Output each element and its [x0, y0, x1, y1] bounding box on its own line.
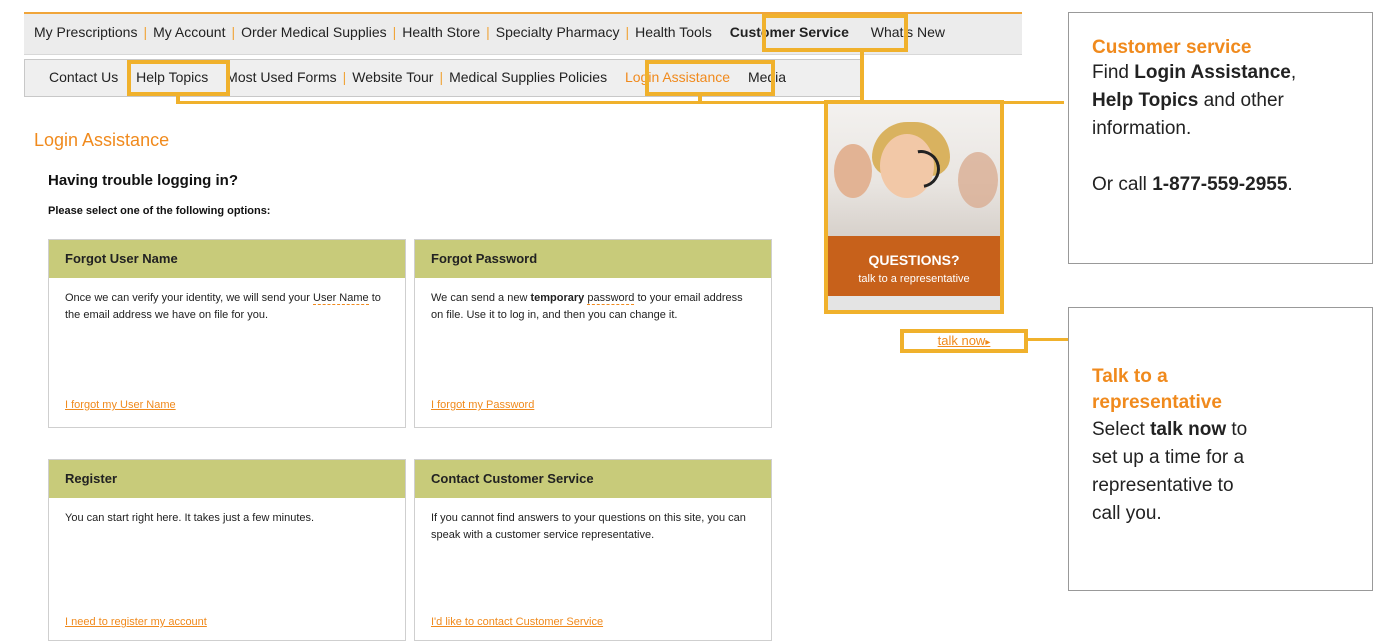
- password-term: password: [587, 292, 635, 305]
- callout-text: Select talk now to set up a time for a r…: [1092, 416, 1247, 528]
- callout-word: representative to: [1092, 475, 1234, 496]
- help-topics-highlight: [127, 60, 230, 96]
- subnav-divider: |: [439, 69, 444, 85]
- callout-word: to: [1231, 419, 1248, 440]
- callout-word: Or call: [1092, 174, 1147, 195]
- card-contact-customer-service: Contact Customer Service If you cannot f…: [414, 459, 772, 641]
- callout-phone: 1-877-559-2955: [1152, 174, 1288, 195]
- talk-now-link[interactable]: talk now▸: [900, 329, 1028, 353]
- card-body: You can start right here. It takes just …: [65, 512, 315, 524]
- subnav-divider: |: [342, 69, 347, 85]
- register-link[interactable]: I need to register my account: [65, 616, 207, 628]
- page-title: Login Assistance: [34, 130, 170, 150]
- card-register: Register You can start right here. It ta…: [48, 459, 406, 641]
- callout-word: information.: [1092, 118, 1192, 139]
- talk-rep-callout: Talk to a representative Select talk now …: [1068, 307, 1373, 591]
- nav-divider: |: [625, 24, 630, 40]
- card-title: Contact Customer Service: [415, 460, 771, 498]
- user-name-term: User Name: [313, 292, 369, 305]
- promo-subtext: talk to a representative: [858, 273, 970, 285]
- callout-term: Login Assistance: [1134, 62, 1291, 83]
- subnav-most-used-forms[interactable]: Most Used Forms: [226, 69, 336, 85]
- card-body: Once we can verify your identity, we wil…: [49, 278, 405, 324]
- nav-divider: |: [143, 24, 148, 40]
- customer-service-callout: Customer service Find Login Assistance, …: [1068, 12, 1373, 264]
- callout-term: Help Topics: [1092, 90, 1199, 111]
- chevron-right-icon: ▸: [985, 337, 991, 348]
- connector-line: [1028, 338, 1070, 341]
- nav-specialty-pharmacy[interactable]: Specialty Pharmacy: [496, 24, 620, 40]
- page-instruction: Please select one of the following optio…: [48, 205, 271, 217]
- callout-title: Customer service: [1092, 37, 1252, 58]
- questions-promo[interactable]: QUESTIONS? talk to a representative: [824, 100, 1004, 314]
- representatives-photo: [828, 104, 1000, 236]
- contact-customer-service-link[interactable]: I'd like to contact Customer Service: [431, 616, 603, 628]
- card-title: Forgot User Name: [49, 240, 405, 278]
- callout-word: call you.: [1092, 503, 1162, 524]
- connector-line: [860, 52, 864, 104]
- card-forgot-password: Forgot Password We can send a new tempor…: [414, 239, 772, 428]
- nav-my-prescriptions[interactable]: My Prescriptions: [34, 24, 137, 40]
- subnav-medical-supplies-policies[interactable]: Medical Supplies Policies: [449, 69, 607, 85]
- card-forgot-user-name: Forgot User Name Once we can verify your…: [48, 239, 406, 428]
- subnav-contact-us[interactable]: Contact Us: [49, 69, 118, 85]
- rep-face: [834, 144, 872, 198]
- callout-word: set up a time for a: [1092, 447, 1245, 468]
- nav-order-medical-supplies[interactable]: Order Medical Supplies: [241, 24, 387, 40]
- callout-word: Select: [1092, 419, 1145, 440]
- rep-face: [958, 152, 998, 208]
- nav-divider: |: [392, 24, 397, 40]
- talk-now-label: talk now: [937, 333, 986, 348]
- card-text: Once we can verify your identity, we wil…: [65, 292, 314, 304]
- callout-title: Talk to a representative: [1092, 366, 1222, 413]
- callout-term: talk now: [1150, 419, 1227, 440]
- promo-question: QUESTIONS?: [868, 252, 960, 268]
- card-text: We can send a new: [431, 292, 531, 304]
- card-title: Register: [49, 460, 405, 498]
- page-heading: Having trouble logging in?: [48, 172, 238, 189]
- nav-my-account[interactable]: My Account: [153, 24, 225, 40]
- nav-divider: |: [486, 24, 490, 40]
- card-title: Forgot Password: [415, 240, 771, 278]
- login-assistance-highlight: [645, 60, 775, 96]
- callout-text: Find Login Assistance, Help Topics and o…: [1092, 62, 1297, 195]
- callout-word: Find: [1092, 62, 1129, 83]
- card-body: We can send a new temporary password to …: [415, 278, 771, 324]
- temporary-term: temporary: [530, 292, 585, 304]
- forgot-user-name-link[interactable]: I forgot my User Name: [65, 399, 176, 411]
- customer-service-highlight: [762, 14, 908, 52]
- forgot-password-link[interactable]: I forgot my Password: [431, 399, 534, 411]
- nav-health-tools[interactable]: Health Tools: [635, 24, 712, 40]
- card-body: If you cannot find answers to your quest…: [431, 512, 746, 541]
- callout-word: and other: [1203, 90, 1284, 111]
- nav-health-store[interactable]: Health Store: [402, 24, 480, 40]
- subnav-website-tour[interactable]: Website Tour: [352, 69, 433, 85]
- nav-divider: |: [231, 24, 236, 40]
